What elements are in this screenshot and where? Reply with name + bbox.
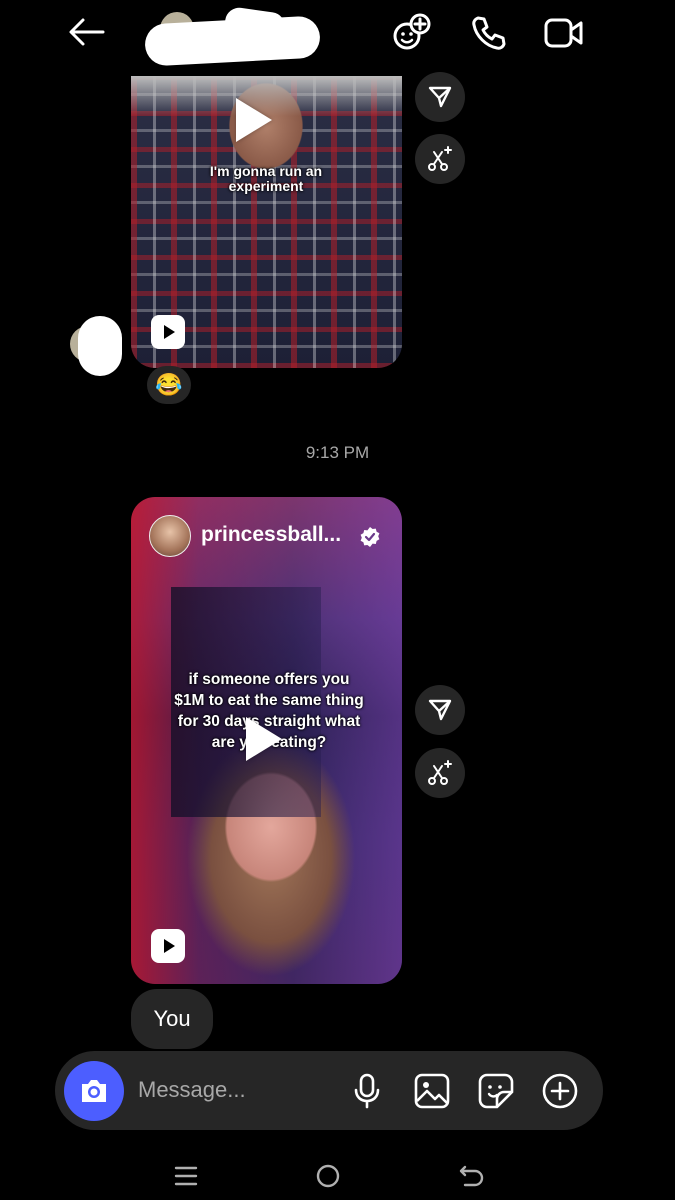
reel-overlay-text: I'm gonna run an experiment bbox=[209, 163, 323, 194]
reel-author[interactable]: princessball... bbox=[201, 523, 341, 547]
remix-icon[interactable] bbox=[415, 748, 465, 798]
shared-reel-2[interactable]: princessball... if someone offers you $1… bbox=[131, 497, 402, 984]
message-composer: Message... bbox=[55, 1051, 603, 1130]
reel-badge-icon bbox=[151, 315, 185, 349]
chat-header bbox=[0, 0, 675, 70]
share-icon[interactable] bbox=[415, 685, 465, 735]
contact-name-redacted[interactable] bbox=[144, 5, 321, 68]
message-input[interactable]: Message... bbox=[138, 1077, 246, 1103]
sticker-icon[interactable] bbox=[474, 1071, 518, 1111]
system-navigation-bar bbox=[0, 1150, 675, 1200]
play-icon[interactable] bbox=[236, 98, 272, 142]
share-icon[interactable] bbox=[415, 72, 465, 122]
camera-icon[interactable] bbox=[64, 1061, 124, 1121]
microphone-icon[interactable] bbox=[347, 1071, 387, 1111]
sender-avatar[interactable] bbox=[70, 316, 125, 378]
message-timestamp: 9:13 PM bbox=[305, 443, 370, 462]
home-icon[interactable] bbox=[312, 1160, 344, 1192]
back-nav-icon[interactable] bbox=[456, 1160, 488, 1192]
verified-badge-icon bbox=[359, 526, 381, 548]
back-arrow-icon[interactable] bbox=[64, 12, 108, 52]
phone-icon[interactable] bbox=[466, 10, 512, 56]
video-call-icon[interactable] bbox=[540, 10, 588, 56]
author-avatar[interactable] bbox=[149, 515, 191, 557]
effects-icon[interactable] bbox=[388, 10, 434, 56]
shared-reel-1[interactable]: I'm gonna run an experiment bbox=[131, 76, 402, 368]
reel-badge-icon bbox=[151, 929, 185, 963]
gallery-icon[interactable] bbox=[410, 1071, 454, 1111]
remix-icon[interactable] bbox=[415, 134, 465, 184]
play-icon[interactable] bbox=[246, 717, 282, 761]
plus-icon[interactable] bbox=[538, 1071, 582, 1111]
message-bubble[interactable]: You bbox=[131, 989, 213, 1049]
recent-apps-icon[interactable] bbox=[170, 1160, 202, 1192]
reaction-emoji[interactable]: 😂 bbox=[147, 366, 191, 404]
